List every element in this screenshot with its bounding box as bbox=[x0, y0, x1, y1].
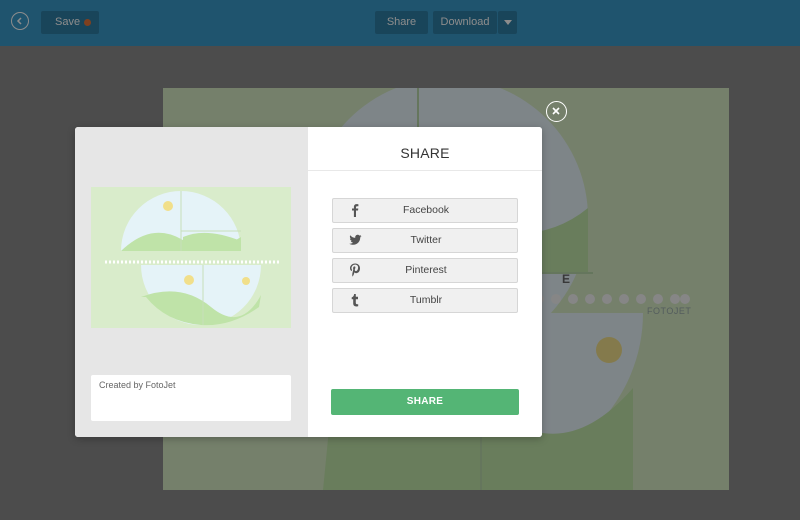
share-pinterest-label: Pinterest bbox=[405, 264, 447, 276]
preview-panel: Created by FotoJet bbox=[75, 127, 308, 437]
toolbar-overlay bbox=[0, 0, 800, 46]
share-pinterest-button[interactable]: Pinterest bbox=[332, 258, 518, 283]
dialog-title: SHARE bbox=[400, 145, 450, 161]
design-preview-image bbox=[91, 187, 291, 328]
share-facebook-button[interactable]: Facebook bbox=[332, 198, 518, 223]
share-dialog: Created by FotoJet SHARE Facebook Twitte… bbox=[75, 127, 542, 437]
share-tumblr-label: Tumblr bbox=[409, 294, 443, 306]
close-icon[interactable] bbox=[546, 101, 567, 122]
share-twitter-label: Twitter bbox=[410, 234, 442, 246]
share-facebook-label: Facebook bbox=[402, 204, 450, 216]
share-submit-button[interactable]: SHARE bbox=[331, 389, 519, 415]
title-divider bbox=[308, 170, 542, 171]
top-toolbar: Save Share Download bbox=[0, 0, 800, 46]
share-twitter-button[interactable]: Twitter bbox=[332, 228, 518, 253]
share-tumblr-button[interactable]: Tumblr bbox=[332, 288, 518, 313]
share-options-panel: SHARE Facebook Twitter Pinterest Tumblr … bbox=[308, 127, 542, 437]
caption-text: Created by FotoJet bbox=[99, 380, 176, 390]
caption-input[interactable]: Created by FotoJet bbox=[91, 375, 291, 421]
